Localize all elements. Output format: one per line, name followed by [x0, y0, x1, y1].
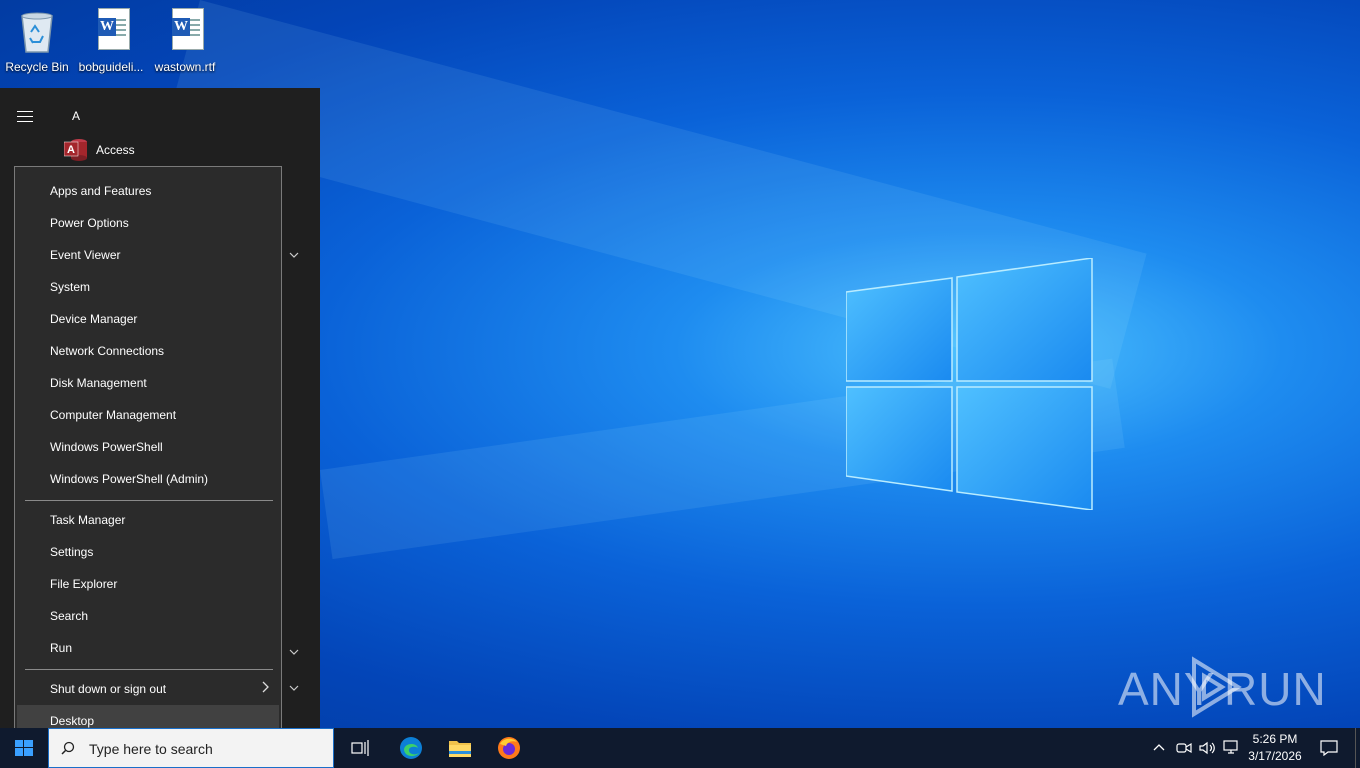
hamburger-menu-icon[interactable]: [17, 111, 33, 123]
watermark-right-text: RUN: [1224, 663, 1327, 715]
menu-item-label: Shut down or sign out: [50, 682, 167, 696]
windows-logo-wallpaper: [846, 258, 1093, 510]
desktop-icon-wastown[interactable]: W wastown.rtf: [148, 6, 222, 74]
clock-date: 3/17/2026: [1248, 749, 1302, 763]
desktop-icon-label: bobguideli...: [78, 60, 144, 74]
power-user-context-menu: Apps and Features Power Options Event Vi…: [14, 166, 282, 744]
anyrun-watermark: ANY RUN: [1118, 656, 1326, 718]
file-explorer-icon: [449, 741, 471, 757]
menu-item-shut-down-or-sign-out[interactable]: Shut down or sign out: [17, 673, 279, 705]
menu-separator: [25, 669, 273, 670]
volume-button[interactable]: [1197, 728, 1217, 768]
taskbar-search-box[interactable]: Type here to search: [48, 728, 334, 768]
chevron-down-icon[interactable]: [288, 683, 300, 693]
chevron-down-icon[interactable]: [288, 250, 300, 260]
notification-icon: [1320, 740, 1338, 756]
menu-item-task-manager[interactable]: Task Manager: [17, 504, 279, 536]
taskbar-firefox[interactable]: [485, 728, 533, 768]
show-desktop-button[interactable]: [1355, 728, 1360, 768]
word-document-icon: W: [164, 8, 206, 54]
recycle-bin-icon: [16, 8, 58, 54]
menu-item-run[interactable]: Run: [17, 632, 279, 664]
desktop-icon-label: Recycle Bin: [5, 60, 69, 74]
taskbar-edge[interactable]: [387, 728, 435, 768]
desktop-icon-bobguideli[interactable]: W bobguideli...: [74, 6, 148, 74]
edge-icon: [400, 737, 422, 759]
menu-item-file-explorer[interactable]: File Explorer: [17, 568, 279, 600]
menu-item-windows-powershell-admin[interactable]: Windows PowerShell (Admin): [17, 463, 279, 495]
menu-item-power-options[interactable]: Power Options: [17, 207, 279, 239]
taskbar: Type here to search 5:26 PM 3/17/2026: [0, 728, 1360, 768]
desktop-icon-recycle-bin[interactable]: Recycle Bin: [0, 6, 74, 74]
menu-item-apps-and-features[interactable]: Apps and Features: [17, 175, 279, 207]
clock-time: 5:26 PM: [1252, 732, 1298, 746]
chevron-down-icon[interactable]: [288, 647, 300, 657]
menu-item-system[interactable]: System: [17, 271, 279, 303]
menu-item-windows-powershell[interactable]: Windows PowerShell: [17, 431, 279, 463]
windows-start-icon: [15, 740, 33, 756]
chevron-right-icon: [261, 680, 271, 697]
menu-item-network-connections[interactable]: Network Connections: [17, 335, 279, 367]
menu-item-search[interactable]: Search: [17, 600, 279, 632]
access-icon: A: [63, 137, 88, 161]
word-document-icon: W: [90, 8, 132, 54]
firefox-icon: [498, 737, 520, 759]
menu-item-event-viewer[interactable]: Event Viewer: [17, 239, 279, 271]
menu-item-disk-management[interactable]: Disk Management: [17, 367, 279, 399]
desktop-icon-label: wastown.rtf: [154, 60, 216, 74]
camera-icon: [1176, 742, 1192, 754]
menu-item-computer-management[interactable]: Computer Management: [17, 399, 279, 431]
menu-item-settings[interactable]: Settings: [17, 536, 279, 568]
svg-text:A: A: [67, 144, 75, 156]
meet-now-button[interactable]: [1174, 728, 1192, 768]
search-placeholder: Type here to search: [89, 741, 213, 757]
taskbar-clock[interactable]: 5:26 PM 3/17/2026: [1236, 731, 1314, 765]
chevron-up-icon: [1153, 744, 1165, 751]
app-list-item-access[interactable]: Access: [96, 143, 135, 157]
show-hidden-icons-button[interactable]: [1150, 728, 1168, 768]
start-button[interactable]: [0, 728, 48, 768]
menu-item-device-manager[interactable]: Device Manager: [17, 303, 279, 335]
action-center-button[interactable]: [1318, 728, 1340, 768]
task-view-icon: [351, 740, 369, 756]
menu-separator: [25, 500, 273, 501]
task-view-button[interactable]: [336, 728, 384, 768]
taskbar-file-explorer[interactable]: [436, 728, 484, 768]
search-icon: [61, 741, 75, 755]
section-letter[interactable]: A: [72, 109, 80, 123]
speaker-icon: [1199, 741, 1215, 755]
